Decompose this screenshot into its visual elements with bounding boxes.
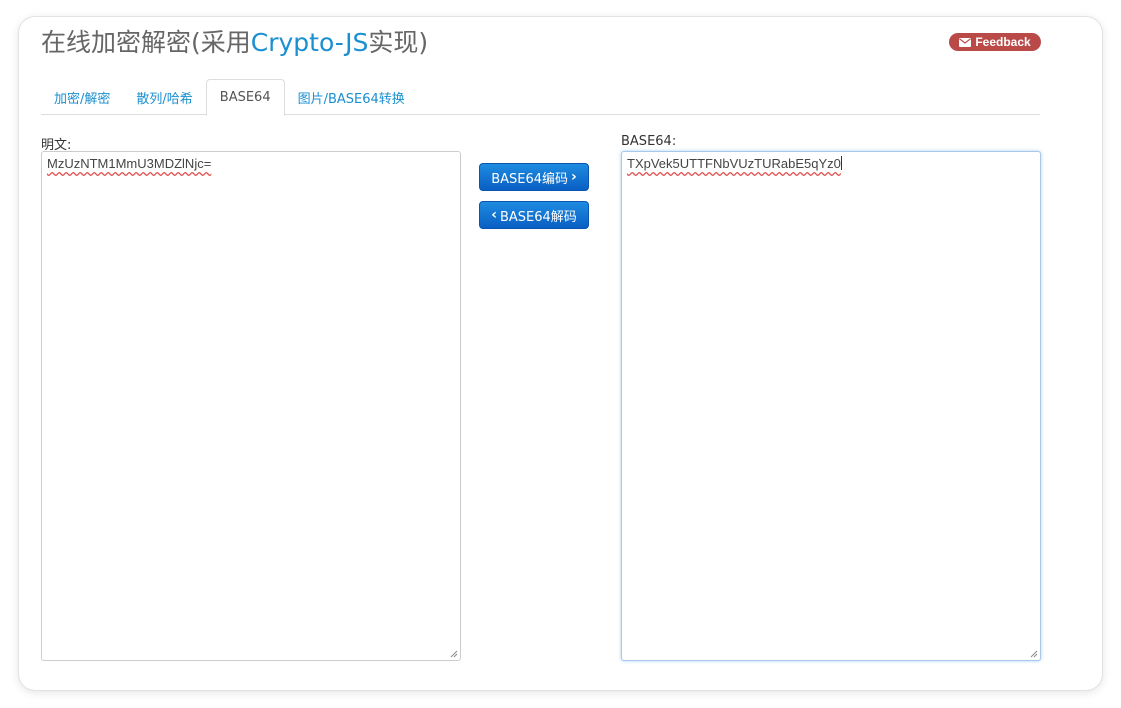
- app-window: 在线加密解密(采用Crypto-JS实现) Feedback 加密/解密 散列/…: [19, 17, 1102, 690]
- decode-label: BASE64解码: [499, 209, 577, 225]
- feedback-label: Feedback: [975, 35, 1031, 49]
- tab-base64[interactable]: BASE64: [205, 79, 285, 116]
- envelope-icon: [959, 37, 972, 47]
- tab-label: BASE64: [219, 90, 271, 105]
- tab-label: 加密/解密: [54, 91, 111, 107]
- base64-value: TXpVek5UTTFNbVUzTURabE5qYz0: [627, 156, 841, 171]
- tab-label: 图片/BASE64转换: [297, 91, 405, 107]
- tab-image-base64[interactable]: 图片/BASE64转换: [285, 79, 418, 115]
- chevron-right-icon: ›: [571, 169, 577, 185]
- tab-bar: 加密/解密 散列/哈希 BASE64 图片/BASE64转换: [41, 79, 1040, 116]
- title-highlight-crypto-js: Crypto-JS: [250, 28, 369, 57]
- chevron-left-icon: ‹: [491, 207, 497, 223]
- base64-label: BASE64:: [621, 134, 677, 149]
- base64-encode-button[interactable]: BASE64编码 ›: [479, 163, 589, 191]
- resize-grip-icon[interactable]: [1030, 650, 1038, 658]
- feedback-button[interactable]: Feedback: [949, 33, 1041, 51]
- resize-grip-icon[interactable]: [450, 650, 458, 658]
- base64-textarea[interactable]: TXpVek5UTTFNbVUzTURabE5qYz0: [621, 151, 1041, 661]
- tab-label: 散列/哈希: [136, 91, 193, 107]
- title-prefix: 在线加密解密(采用: [41, 28, 251, 57]
- tab-encrypt-decrypt[interactable]: 加密/解密: [41, 79, 123, 115]
- plaintext-textarea[interactable]: MzUzNTM1MmU3MDZlNjc=: [41, 151, 461, 661]
- page-title: 在线加密解密(采用Crypto-JS实现): [41, 23, 428, 59]
- base64-decode-button[interactable]: ‹ BASE64解码: [479, 201, 589, 229]
- text-cursor: [840, 156, 842, 170]
- title-suffix: 实现): [368, 28, 429, 57]
- plaintext-value: MzUzNTM1MmU3MDZlNjc=: [47, 156, 212, 171]
- tab-hash[interactable]: 散列/哈希: [123, 79, 205, 115]
- encode-label: BASE64编码: [491, 171, 569, 187]
